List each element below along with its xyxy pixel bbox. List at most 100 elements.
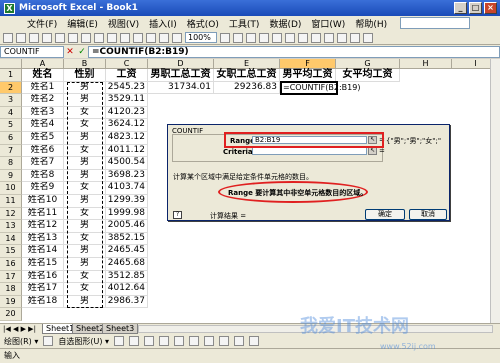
name-cell[interactable]: 姓名9 [22,182,64,195]
paste-icon[interactable] [107,32,117,43]
row-header[interactable]: 16 [0,258,22,271]
header-cell[interactable]: 男职工总工资 [148,69,214,82]
menu-tools[interactable]: 工具(T) [224,17,265,30]
autosum-icon[interactable] [146,32,156,43]
salary-cell[interactable]: 4012.64 [106,283,148,296]
merge-icon[interactable] [324,32,334,43]
row-header[interactable]: 2 [0,81,22,95]
spellcheck-icon[interactable] [68,32,78,43]
oval-icon[interactable] [159,336,170,346]
sheet-nav-arrows[interactable]: |◀ ◀ ▶ ▶| [3,325,36,333]
name-cell[interactable]: 姓名3 [22,106,64,120]
cancel-button[interactable]: 取消 [409,209,447,220]
copy-icon[interactable] [94,32,104,43]
salary-cell[interactable]: 2545.23 [106,81,148,95]
salary-cell[interactable]: 3624.12 [106,119,148,132]
row-header[interactable]: 10 [0,182,22,195]
help-icon[interactable] [220,32,230,43]
fill-color-draw-icon[interactable] [204,336,215,346]
vertical-scrollbar[interactable] [490,59,500,323]
column-header-f[interactable]: F [280,59,336,69]
arrow-icon[interactable] [129,336,140,346]
menu-insert[interactable]: 插入(I) [144,17,182,30]
rectangle-icon[interactable] [144,336,155,346]
wordart-icon[interactable] [189,336,200,346]
column-header-d[interactable]: D [148,59,214,69]
align-left-icon[interactable] [285,32,295,43]
save-icon[interactable] [29,32,39,43]
salary-cell[interactable]: 2465.68 [106,258,148,271]
name-cell[interactable]: 姓名18 [22,295,64,309]
criteria-input[interactable] [252,147,367,155]
salary-cell[interactable]: 2986.37 [106,295,148,309]
salary-cell[interactable]: 2465.45 [106,245,148,258]
line-icon[interactable] [114,336,125,346]
menu-window[interactable]: 窗口(W) [306,17,350,30]
menu-format[interactable]: 格式(O) [182,17,224,30]
font-color-draw-icon[interactable] [234,336,245,346]
column-header-c[interactable]: C [106,59,148,69]
row-header[interactable]: 19 [0,295,22,309]
close-button[interactable]: × [484,2,497,14]
undo-icon[interactable] [120,32,130,43]
name-cell[interactable]: 姓名7 [22,157,64,170]
female-total-cell[interactable]: 29236.83 [214,81,280,95]
salary-cell[interactable]: 3512.85 [106,270,148,284]
align-center-icon[interactable] [298,32,308,43]
bold-icon[interactable] [246,32,256,43]
menu-data[interactable]: 数据(D) [264,17,306,30]
name-cell[interactable]: 姓名5 [22,132,64,145]
row-header[interactable]: 12 [0,207,22,221]
name-cell[interactable]: 姓名10 [22,195,64,208]
tab-sheet3[interactable]: Sheet3 [102,324,139,334]
salary-cell[interactable]: 4500.54 [106,157,148,170]
name-cell[interactable]: 姓名2 [22,94,64,107]
salary-cell[interactable]: 4011.12 [106,144,148,158]
preview-icon[interactable] [55,32,65,43]
underline-icon[interactable] [272,32,282,43]
row-header[interactable]: 17 [0,270,22,284]
row-header[interactable]: 20 [0,308,22,321]
menu-view[interactable]: 视图(V) [103,17,144,30]
textbox-icon[interactable] [174,336,185,346]
line-color-icon[interactable] [219,336,230,346]
header-cell[interactable]: 工资 [106,69,148,82]
name-cell[interactable]: 姓名16 [22,270,64,284]
menu-edit[interactable]: 编辑(E) [62,17,103,30]
new-icon[interactable] [3,32,13,43]
salary-cell[interactable]: 3529.11 [106,94,148,107]
header-cell[interactable]: 性别 [64,69,106,82]
name-cell[interactable]: 姓名12 [22,220,64,233]
header-cell[interactable]: 姓名 [22,69,64,82]
salary-cell[interactable]: 2005.46 [106,220,148,233]
select-all-corner[interactable] [0,59,22,69]
header-cell[interactable]: 女平均工资 [336,69,400,82]
column-header-a[interactable]: A [22,59,64,69]
formula-input[interactable]: =COUNTIF(B2:B19) [88,45,500,58]
border-icon[interactable] [337,32,347,43]
align-right-icon[interactable] [311,32,321,43]
menu-help[interactable]: 帮助(H) [350,17,392,30]
help-search-input[interactable] [400,17,470,29]
draw-menu[interactable]: 绘图(R) ▾ [4,336,38,347]
name-cell[interactable]: 姓名15 [22,258,64,271]
redo-icon[interactable] [133,32,143,43]
row-header[interactable]: 14 [0,232,22,246]
italic-icon[interactable] [259,32,269,43]
column-header-h[interactable]: H [400,59,452,69]
sort-icon[interactable] [159,32,169,43]
fill-color-icon[interactable] [350,32,360,43]
name-cell[interactable]: 姓名11 [22,207,64,221]
salary-cell[interactable]: 3698.23 [106,169,148,183]
name-cell[interactable]: 姓名14 [22,245,64,258]
menu-file[interactable]: 文件(F) [22,17,62,30]
criteria-collapse-button[interactable]: ↖ [368,147,377,155]
salary-cell[interactable]: 3852.15 [106,232,148,246]
row-header[interactable]: 15 [0,245,22,258]
name-cell[interactable]: 姓名13 [22,232,64,246]
active-cell-f2[interactable]: =COUNTIF(B2:B19) [280,80,360,96]
row-header[interactable]: 13 [0,220,22,233]
row-header[interactable]: 11 [0,195,22,208]
column-header-e[interactable]: E [214,59,280,69]
select-arrow-icon[interactable] [43,336,54,346]
